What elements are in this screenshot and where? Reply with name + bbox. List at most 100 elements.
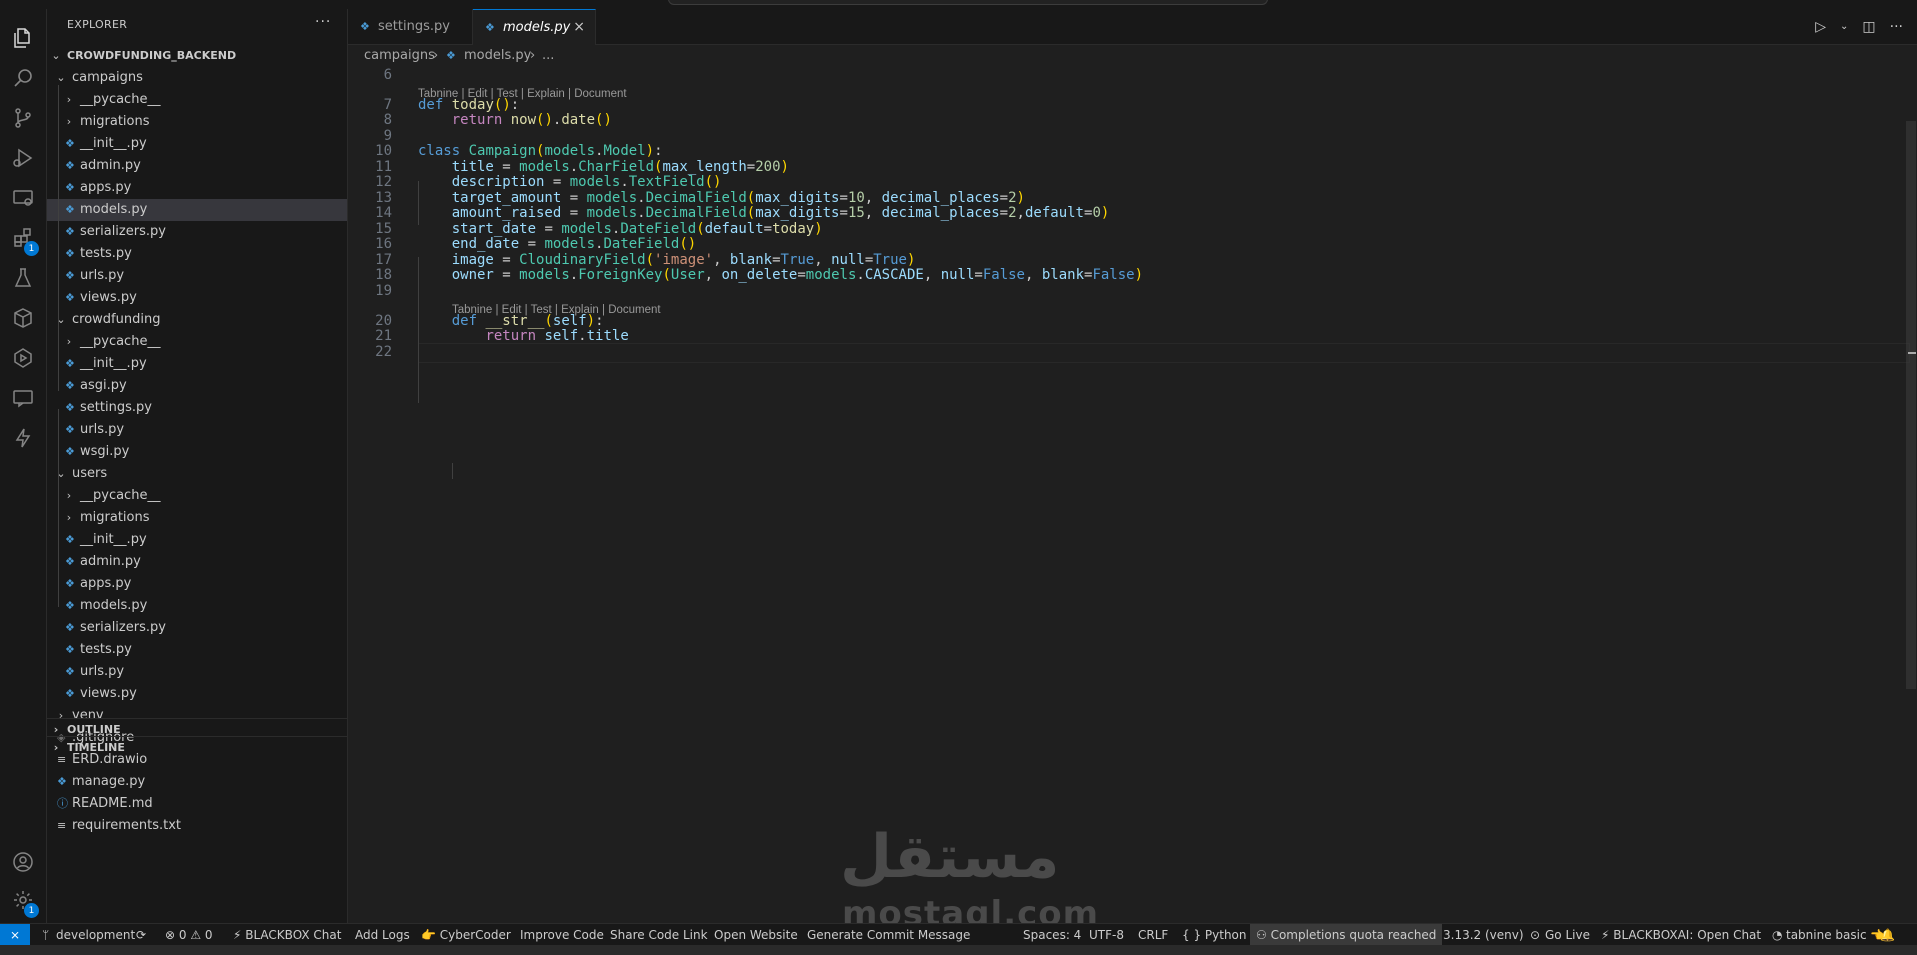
open-website[interactable]: Open Website [714, 924, 798, 946]
tree-item-label: migrations [80, 114, 150, 129]
tree-item[interactable]: › __pycache__ [47, 331, 347, 353]
code-line[interactable]: target_amount = models.DecimalField(max_… [418, 190, 1025, 206]
language-mode[interactable]: { } Python [1182, 924, 1247, 946]
tree-item[interactable]: › migrations [47, 507, 347, 529]
share-code-link[interactable]: Share Code Link [610, 924, 708, 946]
tree-item[interactable]: ❖ admin.py [47, 551, 347, 573]
tree-item[interactable]: ⓘ README.md [47, 793, 347, 815]
tree-item-label: asgi.py [80, 378, 127, 393]
tree-item[interactable]: ❖ urls.py [47, 661, 347, 683]
tree-item[interactable]: ❖ asgi.py [47, 375, 347, 397]
tab-models-py[interactable]: ❖ models.py × [473, 9, 596, 45]
code-line[interactable]: def today(): [418, 97, 519, 113]
tree-item[interactable]: ❖ views.py [47, 287, 347, 309]
improve-code[interactable]: Improve Code [520, 924, 604, 946]
indentation[interactable]: Spaces: 4 [1023, 924, 1081, 946]
indent-guide [452, 463, 453, 479]
git-branch[interactable]: development [56, 924, 135, 946]
chevron-down-icon[interactable]: ⌄ [1840, 21, 1848, 32]
tree-item-label: views.py [80, 290, 137, 305]
tree-item[interactable]: ❖ urls.py [47, 265, 347, 287]
tree-item[interactable]: ❖ models.py [47, 199, 347, 221]
tree-item[interactable]: › migrations [47, 111, 347, 133]
quota-label: Completions quota reached [1270, 928, 1437, 942]
code-line[interactable]: amount_raised = models.DecimalField(max_… [418, 205, 1110, 221]
sync-icon[interactable]: ⟳ [136, 924, 146, 946]
run-file-icon[interactable]: ▷ [1815, 19, 1826, 35]
code-line[interactable]: return now().date() [418, 112, 612, 128]
code-line[interactable]: description = models.TextField() [418, 174, 722, 190]
tree-item[interactable]: ❖ apps.py [47, 573, 347, 595]
code-line[interactable]: end_date = models.DateField() [418, 236, 696, 252]
tree-item[interactable]: ❖ __init__.py [47, 529, 347, 551]
copilot-quota[interactable]: ⚇ Completions quota reached [1250, 924, 1443, 946]
tree-item[interactable]: ❖ settings.py [47, 397, 347, 419]
breadcrumb-symbol[interactable]: ... [542, 45, 554, 67]
problems-indicator[interactable]: ⊗ 0 ⚠ 0 [165, 924, 213, 946]
timeline-section[interactable]: › TIMELINE [47, 736, 347, 759]
breadcrumb-file[interactable]: models.py [464, 45, 531, 67]
tree-item[interactable]: ❖ urls.py [47, 419, 347, 441]
tree-item[interactable]: ❖ tests.py [47, 639, 347, 661]
line-number: 17 [375, 251, 392, 268]
generate-commit-message[interactable]: Generate Commit Message [807, 924, 970, 946]
add-logs[interactable]: Add Logs [355, 924, 410, 946]
blackbox-chat[interactable]: ⚡ BLACKBOX Chat [233, 924, 341, 946]
line-number: 22 [375, 343, 392, 360]
tree-item[interactable]: ❖ models.py [47, 595, 347, 617]
code-line[interactable]: image = CloudinaryField('image', blank=T… [418, 252, 916, 268]
blackboxai-open-chat[interactable]: ⚡ BLACKBOXAI: Open Chat [1601, 924, 1761, 946]
breadcrumb-separator: › [433, 48, 439, 63]
tree-item[interactable]: ⌄ campaigns [47, 67, 347, 89]
tree-item[interactable]: ❖ admin.py [47, 155, 347, 177]
tree-item[interactable]: ⌄ users [47, 463, 347, 485]
tree-item[interactable]: ❖ wsgi.py [47, 441, 347, 463]
tree-item[interactable]: ❖ manage.py [47, 771, 347, 793]
more-icon[interactable]: ··· [1890, 19, 1903, 35]
tree-item[interactable]: ❖ serializers.py [47, 221, 347, 243]
breadcrumb-folder[interactable]: campaigns [364, 45, 435, 67]
python-interpreter[interactable]: 3.13.2 (venv) [1443, 924, 1524, 946]
extensions-badge: 1 [24, 241, 39, 256]
settings-gear-icon[interactable]: 1 [0, 877, 46, 923]
tree-item[interactable]: ❖ __init__.py [47, 133, 347, 155]
code-editor[interactable]: 5from cloudinary.models import Cloudinar… [348, 67, 1917, 923]
explorer-root[interactable]: ⌄ CROWDFUNDING_BACKEND [47, 45, 347, 67]
line-number: 10 [375, 143, 392, 159]
tree-item[interactable]: ❖ serializers.py [47, 617, 347, 639]
python-file-icon: ❖ [65, 577, 75, 590]
split-editor-icon[interactable]: ◫ [1862, 19, 1875, 35]
remote-indicator[interactable]: ⨯ [0, 924, 30, 946]
tree-item[interactable]: › __pycache__ [47, 89, 347, 111]
command-center[interactable] [668, 0, 1268, 5]
code-line[interactable]: def __str__(self): [418, 313, 604, 329]
lightning-icon[interactable] [0, 415, 46, 461]
notifications-icon[interactable]: 🔔 [1880, 924, 1895, 946]
code-line[interactable]: owner = models.ForeignKey(User, on_delet… [418, 267, 1143, 283]
more-actions-icon[interactable]: ··· [315, 14, 331, 30]
line-number: 9 [383, 127, 392, 144]
tree-item[interactable]: ⌄ crowdfunding [47, 309, 347, 331]
go-live[interactable]: Go Live [1545, 924, 1590, 946]
tree-item[interactable]: ❖ tests.py [47, 243, 347, 265]
close-tab-icon[interactable]: × [573, 10, 585, 45]
tree-item[interactable]: ❖ views.py [47, 683, 347, 705]
encoding[interactable]: UTF-8 [1089, 924, 1124, 946]
end-of-line[interactable]: CRLF [1138, 924, 1168, 946]
code-line[interactable]: title = models.CharField(max_length=200) [418, 159, 789, 175]
vertical-scrollbar[interactable] [1906, 121, 1916, 689]
tab-settings-py[interactable]: ❖ settings.py [348, 9, 473, 44]
cybercoder[interactable]: 👉 CyberCoder [421, 924, 511, 946]
tree-item-label: tests.py [80, 642, 132, 657]
tree-item[interactable]: ≡ requirements.txt [47, 815, 347, 837]
tabnine-status[interactable]: tabnine basic 👈 [1786, 924, 1885, 946]
tree-item[interactable]: ❖ apps.py [47, 177, 347, 199]
tree-item[interactable]: ❖ __init__.py [47, 353, 347, 375]
code-line[interactable]: class Campaign(models.Model): [418, 143, 663, 159]
indent-guide [58, 283, 59, 391]
tree-item-label: serializers.py [80, 620, 166, 635]
text-file-icon: ≡ [57, 819, 67, 832]
tree-item[interactable]: › __pycache__ [47, 485, 347, 507]
settings-badge: 1 [24, 903, 39, 918]
code-line[interactable]: start_date = models.DateField(default=to… [418, 221, 823, 237]
